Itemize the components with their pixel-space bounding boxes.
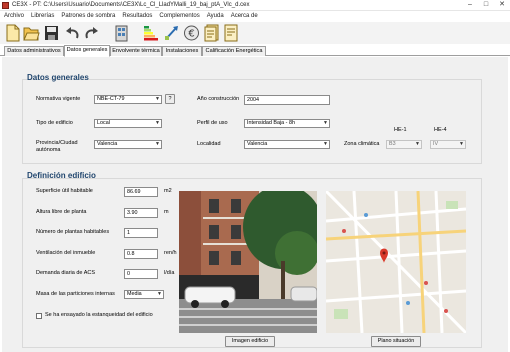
tab-datos-generales[interactable]: Datos generales	[64, 45, 110, 57]
chevron-down-icon: ▼	[323, 120, 328, 126]
menu-patrones-sombra[interactable]: Patrones de sombra	[61, 11, 115, 21]
normativa-select[interactable]: NBE-CT-79 ▼	[94, 95, 162, 104]
provincia-select[interactable]: Valencia ▼	[94, 140, 162, 149]
localidad-value: Valencia	[247, 141, 268, 147]
zona-he4-value: IV	[433, 141, 439, 147]
menu-complementos[interactable]: Complementos	[159, 11, 199, 21]
building-icon[interactable]	[113, 24, 130, 42]
masa-value: Media	[127, 291, 142, 297]
menu-librerias[interactable]: Librerías	[31, 11, 54, 21]
zona-he4-select[interactable]: IV ▼	[430, 140, 466, 149]
close-button[interactable]: ✕	[496, 1, 508, 9]
he1-header: HE-1	[394, 127, 407, 133]
toolbar: €	[0, 22, 510, 44]
perfil-uso-value: Intensidad Baja - 8h	[247, 120, 295, 126]
altura-input[interactable]: 3.90	[124, 208, 158, 218]
masa-select[interactable]: Media ▼	[124, 290, 164, 299]
tab-datos-administrativos[interactable]: Datos administrativos	[4, 46, 64, 56]
he4-header: HE-4	[434, 127, 447, 133]
anio-construccion-label: Año construcción	[197, 96, 240, 102]
zona-climatica-label: Zona climática	[344, 141, 380, 147]
open-file-icon[interactable]	[23, 24, 40, 42]
chevron-down-icon: ▼	[459, 141, 464, 147]
localidad-select[interactable]: Valencia ▼	[244, 140, 330, 149]
energy-rating-icon[interactable]	[143, 24, 160, 42]
menu-archivo[interactable]: Archivo	[4, 11, 24, 21]
tipo-edificio-select[interactable]: Local ▼	[94, 119, 162, 128]
acs-unit: l/día	[164, 270, 175, 276]
definicion-edificio-title: Definición edificio	[27, 171, 96, 180]
title-bar: CE3X - PT: C:\Users\Usuario\Documents\CE…	[0, 0, 510, 11]
normativa-label: Normativa vigente	[36, 96, 81, 102]
masa-label: Masa de las particiones internas	[36, 291, 115, 297]
superficie-input[interactable]: 86.69	[124, 187, 158, 197]
altura-label: Altura libre de planta	[36, 209, 87, 215]
chevron-down-icon: ▼	[155, 141, 160, 147]
chevron-down-icon: ▼	[155, 96, 160, 102]
altura-unit: m	[164, 209, 169, 215]
provincia-value: Valencia	[97, 141, 118, 147]
tab-calificacion-energetica[interactable]: Calificación Energética	[202, 46, 266, 56]
save-icon[interactable]	[43, 24, 60, 42]
location-map	[326, 191, 466, 333]
estanqueidad-checkbox[interactable]	[36, 313, 42, 319]
superficie-unit: m2	[164, 188, 172, 194]
ventilacion-label: Ventilación del inmueble	[36, 250, 96, 256]
chevron-down-icon: ▼	[323, 141, 328, 147]
provincia-label: Provincia/Ciudad autónoma	[36, 140, 78, 153]
building-photo	[179, 191, 317, 333]
svg-text:€: €	[188, 29, 194, 40]
anio-construccion-input[interactable]: 2004	[244, 95, 330, 105]
localidad-label: Localidad	[197, 141, 221, 147]
superficie-label: Superficie útil habitable	[36, 188, 93, 194]
measures-icon[interactable]	[163, 24, 180, 42]
chevron-down-icon: ▼	[415, 141, 420, 147]
acs-input[interactable]: 0	[124, 269, 158, 279]
imagen-edificio-button[interactable]: Imagen edificio	[225, 336, 275, 347]
app-logo-icon	[2, 2, 9, 9]
plantas-label: Número de plantas habitables	[36, 229, 110, 235]
ventilacion-unit: ren/h	[164, 250, 177, 256]
tipo-edificio-label: Tipo de edificio	[36, 120, 73, 126]
redo-icon[interactable]	[83, 24, 100, 42]
euro-icon[interactable]: €	[183, 24, 200, 42]
perfil-uso-select[interactable]: Intensidad Baja - 8h ▼	[244, 119, 330, 128]
tipo-edificio-value: Local	[97, 120, 110, 126]
datos-generales-title: Datos generales	[27, 73, 89, 82]
plantas-input[interactable]: 1	[124, 228, 158, 238]
certificate-icon[interactable]	[222, 24, 239, 42]
chevron-down-icon: ▼	[155, 120, 160, 126]
tab-envolvente-termica[interactable]: Envolvente térmica	[110, 46, 162, 56]
zona-he1-select[interactable]: B3 ▼	[386, 140, 422, 149]
minimize-button[interactable]: –	[464, 1, 476, 9]
tab-instalaciones[interactable]: Instalaciones	[162, 46, 202, 56]
help-button[interactable]: ?	[165, 94, 175, 104]
estanqueidad-label: Se ha ensayado la estanqueidad del edifi…	[45, 312, 153, 318]
maximize-button[interactable]: □	[480, 1, 492, 9]
report-icon[interactable]	[203, 24, 220, 42]
menu-resultados[interactable]: Resultados	[122, 11, 152, 21]
window-title: CE3X - PT: C:\Users\Usuario\Documents\CE…	[12, 2, 250, 8]
ventilacion-input[interactable]: 0.8	[124, 249, 158, 259]
menu-acerca-de[interactable]: Acerca de	[231, 11, 258, 21]
menu-ayuda[interactable]: Ayuda	[207, 11, 224, 21]
plano-situacion-button[interactable]: Plano situación	[371, 336, 421, 347]
perfil-uso-label: Perfil de uso	[197, 120, 228, 126]
zona-he1-value: B3	[389, 141, 396, 147]
chevron-down-icon: ▼	[157, 291, 162, 297]
undo-icon[interactable]	[64, 24, 81, 42]
tab-bar: Datos administrativos Datos generales En…	[0, 45, 510, 57]
menu-bar: Archivo Librerías Patrones de sombra Res…	[0, 11, 510, 21]
new-file-icon[interactable]	[4, 24, 21, 42]
acs-label: Demanda diaria de ACS	[36, 270, 96, 276]
normativa-value: NBE-CT-79	[97, 96, 125, 102]
